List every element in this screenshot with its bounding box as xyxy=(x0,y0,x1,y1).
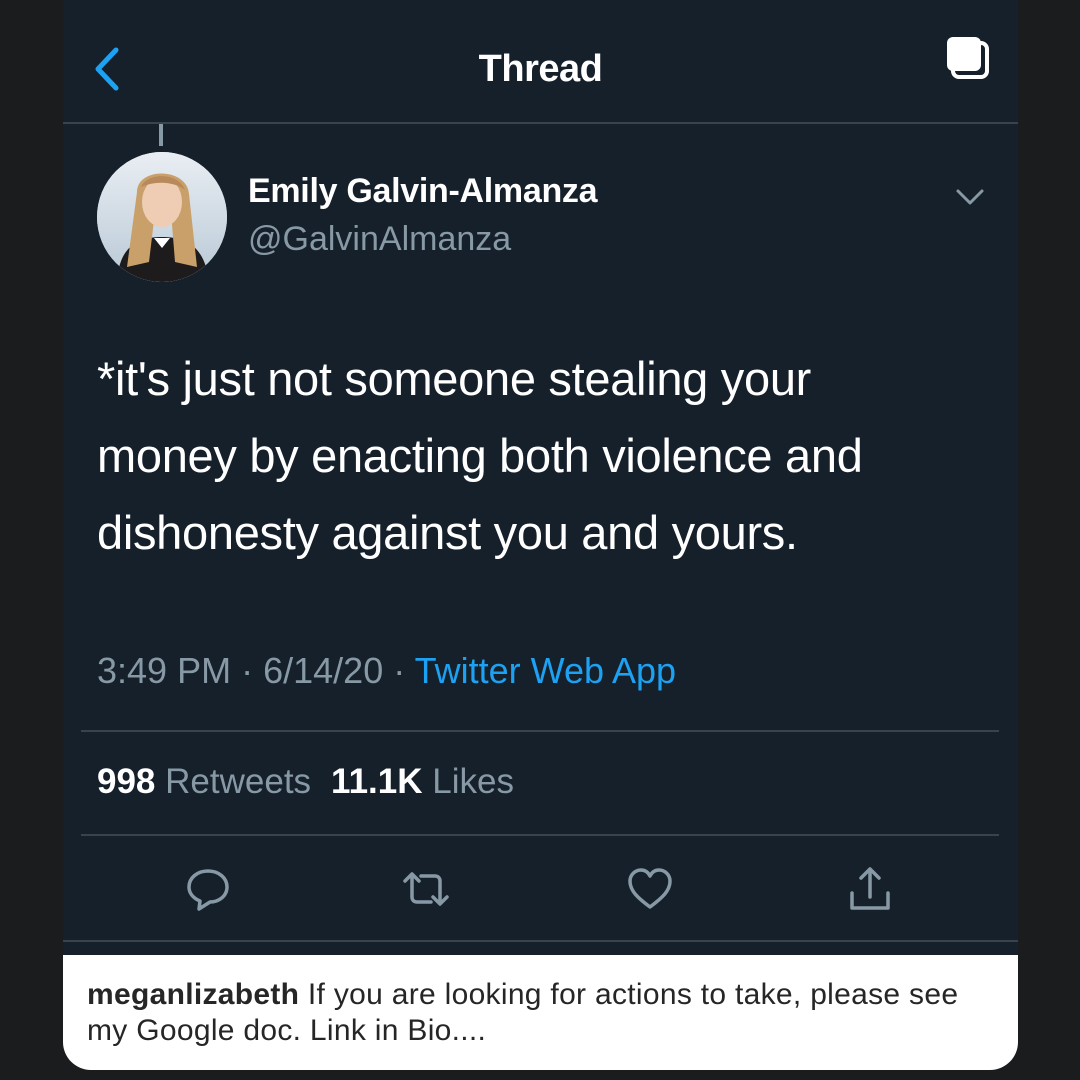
tweet-date: 6/14/20 xyxy=(263,650,384,691)
tweet-source-link[interactable]: Twitter Web App xyxy=(415,650,676,691)
chevron-down-icon xyxy=(956,189,984,205)
layers-button[interactable] xyxy=(944,34,990,80)
heart-icon xyxy=(628,868,672,909)
tweet-text-line: dishonesty against you and yours. xyxy=(97,506,798,559)
author-name[interactable]: Emily Galvin-Almanza xyxy=(248,172,598,211)
retweet-count: 998 xyxy=(97,762,156,801)
retweet-button[interactable] xyxy=(401,864,451,914)
retweet-icon xyxy=(403,872,449,906)
author-handle[interactable]: @GalvinAlmanza xyxy=(248,220,511,259)
top-bar: Thread xyxy=(63,0,1018,124)
reply-icon xyxy=(187,869,229,911)
like-count: 11.1K xyxy=(331,762,423,801)
post-caption: meganlizabeth If you are looking for act… xyxy=(63,955,1018,1070)
meta-separator: · xyxy=(241,650,254,691)
like-button[interactable] xyxy=(625,864,675,914)
likes-label: Likes xyxy=(432,762,514,801)
tweet-screen: Thread Emily Galvin-Almanza @GalvinAlman… xyxy=(63,0,1018,1070)
reply-button[interactable] xyxy=(183,864,233,914)
meta-separator: · xyxy=(393,650,406,691)
tweet-text-line: money by enacting both violence and xyxy=(97,429,863,482)
share-icon xyxy=(850,867,890,910)
thread-connector-line xyxy=(159,124,163,146)
retweets-label: Retweets xyxy=(165,762,312,801)
layers-icon xyxy=(947,37,989,79)
share-button[interactable] xyxy=(845,864,895,914)
tweet-menu-button[interactable] xyxy=(952,182,988,212)
divider xyxy=(81,834,999,836)
divider xyxy=(63,940,1018,942)
tweet-stats: 998 Retweets 11.1K Likes xyxy=(97,762,514,802)
tweet-time: 3:49 PM xyxy=(97,650,232,691)
avatar-photo xyxy=(97,152,227,282)
page-title: Thread xyxy=(478,48,603,90)
retweets-link[interactable]: 998 Retweets xyxy=(97,762,311,801)
tweet-actions xyxy=(63,858,1018,918)
tweet-meta: 3:49 PM · 6/14/20 · Twitter Web App xyxy=(97,650,676,692)
likes-link[interactable]: 11.1K Likes xyxy=(331,762,514,801)
divider xyxy=(81,730,999,732)
tweet-text: *it's just not someone stealing your mon… xyxy=(97,340,987,571)
tweet-text-line: *it's just not someone stealing your xyxy=(97,352,812,405)
avatar[interactable] xyxy=(97,152,227,282)
caption-username[interactable]: meganlizabeth xyxy=(87,978,299,1011)
